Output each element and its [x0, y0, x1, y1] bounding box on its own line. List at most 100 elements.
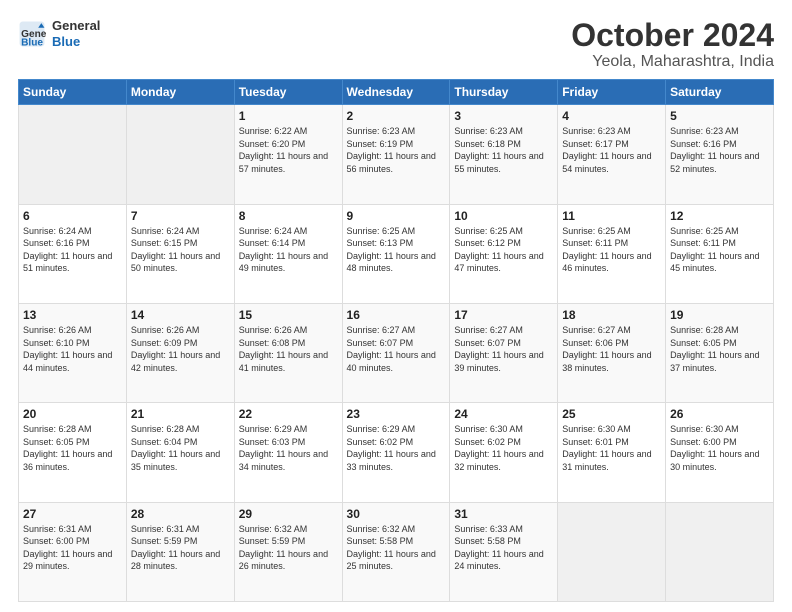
calendar-cell: 16Sunrise: 6:27 AM Sunset: 6:07 PM Dayli… [342, 303, 450, 402]
calendar-cell: 24 Sunrise: 6:30 AM Sunset: 6:02 PM Dayli… [450, 403, 558, 502]
calendar-week-row: 20 Sunrise: 6:28 AM Sunset: 6:05 PM Dayli… [19, 403, 774, 502]
weekday-header: Sunday [19, 80, 127, 105]
cell-info-text: Sunrise: 6:29 AM Sunset: 6:02 PM Dayligh… [347, 423, 446, 473]
cell-info-text: Sunrise: 6:27 AM Sunset: 6:06 PM Dayligh… [562, 324, 661, 374]
cell-info-text: Sunrise: 6:26 AM Sunset: 6:09 PM Dayligh… [131, 324, 230, 374]
calendar-cell: 10 Sunrise: 6:25 AM Sunset: 6:12 PM Dayli… [450, 204, 558, 303]
weekday-header: Saturday [666, 80, 774, 105]
calendar-cell: 14Sunrise: 6:26 AM Sunset: 6:09 PM Dayli… [126, 303, 234, 402]
calendar-cell: 6Sunrise: 6:24 AM Sunset: 6:16 PM Daylig… [19, 204, 127, 303]
cell-date-number: 25 [562, 407, 661, 421]
cell-date-number: 22 [239, 407, 338, 421]
calendar-cell: 11Sunrise: 6:25 AM Sunset: 6:11 PM Dayli… [558, 204, 666, 303]
cell-date-number: 7 [131, 209, 230, 223]
cell-info-text: Sunrise: 6:23 AM Sunset: 6:16 PM Dayligh… [670, 125, 769, 175]
cell-info-text: Sunrise: 6:32 AM Sunset: 5:58 PM Dayligh… [347, 523, 446, 573]
cell-info-text: Sunrise: 6:28 AM Sunset: 6:05 PM Dayligh… [23, 423, 122, 473]
calendar-cell: 27 Sunrise: 6:31 AM Sunset: 6:00 PM Dayli… [19, 502, 127, 601]
cell-info-text: Sunrise: 6:24 AM Sunset: 6:14 PM Dayligh… [239, 225, 338, 275]
cell-info-text: Sunrise: 6:25 AM Sunset: 6:12 PM Dayligh… [454, 225, 553, 275]
weekday-header: Thursday [450, 80, 558, 105]
page-title: October 2024 [571, 18, 774, 53]
weekday-header: Monday [126, 80, 234, 105]
weekday-header: Tuesday [234, 80, 342, 105]
calendar-cell: 21Sunrise: 6:28 AM Sunset: 6:04 PM Dayli… [126, 403, 234, 502]
cell-date-number: 5 [670, 109, 769, 123]
calendar-cell: 15 Sunrise: 6:26 AM Sunset: 6:08 PM Dayli… [234, 303, 342, 402]
calendar-cell: 4 Sunrise: 6:23 AM Sunset: 6:17 PM Daylig… [558, 105, 666, 204]
calendar-cell: 26 Sunrise: 6:30 AM Sunset: 6:00 PM Dayli… [666, 403, 774, 502]
cell-date-number: 24 [454, 407, 553, 421]
cell-date-number: 11 [562, 209, 661, 223]
calendar-week-row: 27 Sunrise: 6:31 AM Sunset: 6:00 PM Dayli… [19, 502, 774, 601]
logo-general-text: General [52, 18, 100, 34]
cell-date-number: 10 [454, 209, 553, 223]
cell-date-number: 13 [23, 308, 122, 322]
page-subtitle: Yeola, Maharashtra, India [571, 53, 774, 71]
calendar-cell: 2Sunrise: 6:23 AM Sunset: 6:19 PM Daylig… [342, 105, 450, 204]
cell-info-text: Sunrise: 6:23 AM Sunset: 6:17 PM Dayligh… [562, 125, 661, 175]
calendar-cell: 8 Sunrise: 6:24 AM Sunset: 6:14 PM Daylig… [234, 204, 342, 303]
cell-date-number: 26 [670, 407, 769, 421]
calendar-cell [19, 105, 127, 204]
cell-date-number: 4 [562, 109, 661, 123]
cell-date-number: 27 [23, 507, 122, 521]
cell-date-number: 29 [239, 507, 338, 521]
cell-info-text: Sunrise: 6:24 AM Sunset: 6:16 PM Dayligh… [23, 225, 122, 275]
cell-date-number: 3 [454, 109, 553, 123]
logo-icon: General Blue [18, 20, 46, 48]
calendar-week-row: 6Sunrise: 6:24 AM Sunset: 6:16 PM Daylig… [19, 204, 774, 303]
calendar-header: SundayMondayTuesdayWednesdayThursdayFrid… [19, 80, 774, 105]
cell-date-number: 8 [239, 209, 338, 223]
cell-date-number: 28 [131, 507, 230, 521]
calendar-week-row: 13 Sunrise: 6:26 AM Sunset: 6:10 PM Dayli… [19, 303, 774, 402]
logo: General Blue General Blue [18, 18, 100, 49]
calendar-cell: 5 Sunrise: 6:23 AM Sunset: 6:16 PM Daylig… [666, 105, 774, 204]
calendar-cell: 3 Sunrise: 6:23 AM Sunset: 6:18 PM Daylig… [450, 105, 558, 204]
title-block: October 2024 Yeola, Maharashtra, India [571, 18, 774, 71]
cell-date-number: 18 [562, 308, 661, 322]
svg-text:Blue: Blue [21, 37, 43, 47]
calendar-cell: 7 Sunrise: 6:24 AM Sunset: 6:15 PM Daylig… [126, 204, 234, 303]
cell-info-text: Sunrise: 6:24 AM Sunset: 6:15 PM Dayligh… [131, 225, 230, 275]
cell-date-number: 23 [347, 407, 446, 421]
cell-info-text: Sunrise: 6:28 AM Sunset: 6:05 PM Dayligh… [670, 324, 769, 374]
cell-info-text: Sunrise: 6:31 AM Sunset: 6:00 PM Dayligh… [23, 523, 122, 573]
logo-blue-text: Blue [52, 34, 100, 50]
cell-info-text: Sunrise: 6:29 AM Sunset: 6:03 PM Dayligh… [239, 423, 338, 473]
cell-date-number: 15 [239, 308, 338, 322]
cell-date-number: 1 [239, 109, 338, 123]
calendar-cell: 9Sunrise: 6:25 AM Sunset: 6:13 PM Daylig… [342, 204, 450, 303]
weekday-row: SundayMondayTuesdayWednesdayThursdayFrid… [19, 80, 774, 105]
calendar-cell [666, 502, 774, 601]
calendar-cell [558, 502, 666, 601]
calendar-cell: 30Sunrise: 6:32 AM Sunset: 5:58 PM Dayli… [342, 502, 450, 601]
calendar-cell: 23 Sunrise: 6:29 AM Sunset: 6:02 PM Dayli… [342, 403, 450, 502]
calendar-cell: 25Sunrise: 6:30 AM Sunset: 6:01 PM Dayli… [558, 403, 666, 502]
cell-info-text: Sunrise: 6:26 AM Sunset: 6:10 PM Dayligh… [23, 324, 122, 374]
weekday-header: Wednesday [342, 80, 450, 105]
cell-info-text: Sunrise: 6:31 AM Sunset: 5:59 PM Dayligh… [131, 523, 230, 573]
cell-date-number: 16 [347, 308, 446, 322]
cell-date-number: 12 [670, 209, 769, 223]
calendar-cell: 17Sunrise: 6:27 AM Sunset: 6:07 PM Dayli… [450, 303, 558, 402]
calendar-cell: 22 Sunrise: 6:29 AM Sunset: 6:03 PM Dayli… [234, 403, 342, 502]
calendar-cell: 1 Sunrise: 6:22 AM Sunset: 6:20 PM Daylig… [234, 105, 342, 204]
calendar-week-row: 1 Sunrise: 6:22 AM Sunset: 6:20 PM Daylig… [19, 105, 774, 204]
calendar-cell: 19Sunrise: 6:28 AM Sunset: 6:05 PM Dayli… [666, 303, 774, 402]
cell-info-text: Sunrise: 6:30 AM Sunset: 6:00 PM Dayligh… [670, 423, 769, 473]
cell-date-number: 21 [131, 407, 230, 421]
cell-date-number: 9 [347, 209, 446, 223]
cell-date-number: 20 [23, 407, 122, 421]
cell-info-text: Sunrise: 6:26 AM Sunset: 6:08 PM Dayligh… [239, 324, 338, 374]
cell-info-text: Sunrise: 6:27 AM Sunset: 6:07 PM Dayligh… [454, 324, 553, 374]
cell-info-text: Sunrise: 6:23 AM Sunset: 6:18 PM Dayligh… [454, 125, 553, 175]
logo-text: General Blue [52, 18, 100, 49]
cell-info-text: Sunrise: 6:32 AM Sunset: 5:59 PM Dayligh… [239, 523, 338, 573]
calendar-cell: 20 Sunrise: 6:28 AM Sunset: 6:05 PM Dayli… [19, 403, 127, 502]
calendar-table: SundayMondayTuesdayWednesdayThursdayFrid… [18, 79, 774, 602]
weekday-header: Friday [558, 80, 666, 105]
cell-info-text: Sunrise: 6:22 AM Sunset: 6:20 PM Dayligh… [239, 125, 338, 175]
calendar-cell: 31Sunrise: 6:33 AM Sunset: 5:58 PM Dayli… [450, 502, 558, 601]
cell-info-text: Sunrise: 6:30 AM Sunset: 6:02 PM Dayligh… [454, 423, 553, 473]
